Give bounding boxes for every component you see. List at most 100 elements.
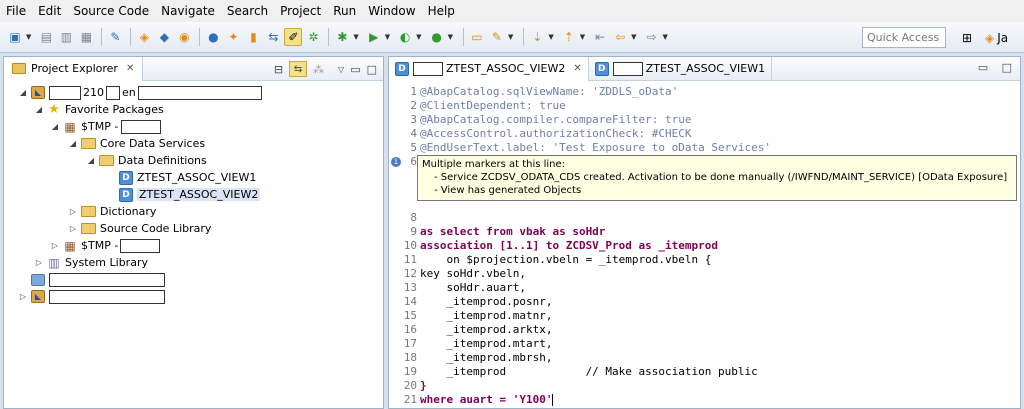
expand-triangle-icon[interactable]: ▷	[68, 224, 78, 233]
external-run-dropdown-icon[interactable]: ▼	[448, 33, 453, 41]
save-all-icon[interactable]: ▥	[57, 28, 75, 46]
tree-label: ZTEST_ASSOC_VIEW2	[137, 188, 261, 201]
print-icon[interactable]: ▦	[77, 28, 95, 46]
collapse-triangle-icon[interactable]: ◢	[50, 122, 60, 131]
code-line: 17 _itemprod.mtart,	[403, 337, 553, 350]
toolbar-separator	[199, 28, 201, 46]
code-line: 20}	[403, 379, 427, 392]
last-edit-icon[interactable]: ⇤	[591, 28, 609, 46]
new-dropdown-icon[interactable]: ▼	[26, 33, 31, 41]
menu-file[interactable]: File	[6, 4, 26, 18]
expand-triangle-icon[interactable]: ▷	[34, 258, 44, 267]
tree-label: en	[122, 86, 136, 99]
redacted-text	[49, 85, 81, 100]
link-with-editor-icon[interactable]: ⇆	[289, 61, 308, 77]
minimize-icon[interactable]: ▭	[350, 63, 360, 76]
collapse-triangle-icon[interactable]: ◢	[34, 105, 44, 114]
transport-icon[interactable]: ✦	[224, 28, 242, 46]
close-icon[interactable]: ✕	[126, 63, 134, 74]
tree-item-redacted-1[interactable]	[4, 271, 383, 288]
collapse-triangle-icon[interactable]: ◢	[18, 88, 28, 97]
hierarchy-icon[interactable]: ▮	[244, 28, 262, 46]
collapse-triangle-icon[interactable]: ◢	[86, 156, 96, 165]
activate-icon[interactable]: ◉	[175, 28, 193, 46]
abap-perspective-button[interactable]: ◈ Ja	[985, 28, 1008, 48]
forward-icon[interactable]: ⇨	[643, 28, 661, 46]
info-marker-icon[interactable]: i	[391, 157, 401, 167]
abap-project-icon: ◣	[31, 290, 45, 303]
back-icon[interactable]: ⇦	[611, 28, 629, 46]
debug-dropdown-icon[interactable]: ▼	[353, 33, 358, 41]
menu-navigate[interactable]: Navigate	[161, 4, 215, 18]
coverage-icon[interactable]: ◐	[396, 28, 414, 46]
tab-ztest-assoc-view2[interactable]: D ZTEST_ASSOC_VIEW2 ✕	[389, 56, 589, 81]
save-icon[interactable]: ▤	[37, 28, 55, 46]
back-dropdown-icon[interactable]: ▼	[631, 33, 636, 41]
open-type-icon[interactable]: ▭	[468, 28, 486, 46]
run-dropdown-icon[interactable]: ▼	[385, 33, 390, 41]
quick-access-input[interactable]	[862, 27, 946, 48]
menu-project[interactable]: Project	[280, 4, 321, 18]
menu-edit[interactable]: Edit	[38, 4, 61, 18]
tree-item-data-definitions[interactable]: ◢ Data Definitions	[4, 152, 383, 169]
maximize-icon[interactable]: □	[367, 63, 377, 76]
check-icon[interactable]: ◆	[155, 28, 173, 46]
menu-search[interactable]: Search	[227, 4, 268, 18]
menu-source-code[interactable]: Source Code	[73, 4, 149, 18]
tree-item-ztest-assoc-view1[interactable]: D ZTEST_ASSOC_VIEW1	[4, 169, 383, 186]
external-tools-icon[interactable]: ✲	[304, 28, 322, 46]
tree-item-system-library[interactable]: ▷ ▥ System Library	[4, 254, 383, 271]
code-line: 8	[410, 211, 417, 224]
next-annotation-dropdown-icon[interactable]: ▼	[548, 33, 553, 41]
tree-item-project[interactable]: ◢ ◣ 210 en	[4, 84, 383, 101]
tree-label: Core Data Services	[100, 137, 206, 150]
tree-label: Dictionary	[100, 205, 157, 218]
run-icon[interactable]: ▶	[365, 28, 383, 46]
tab-project-explorer[interactable]: Project Explorer ✕	[4, 56, 144, 81]
previous-annotation-icon[interactable]: ⇡	[560, 28, 578, 46]
code-editor[interactable]: 1 @AbapCatalog.sqlViewName: 'ZDDLS_oData'…	[389, 82, 1020, 408]
new-icon[interactable]: ▣	[6, 28, 24, 46]
tree-item-dictionary[interactable]: ▷ Dictionary	[4, 203, 383, 220]
link-icon[interactable]: ⇆	[264, 28, 282, 46]
maximize-icon[interactable]: □	[1002, 61, 1012, 74]
tree-item-tmp-package-2[interactable]: ▷ ▦ $TMP -	[4, 237, 383, 254]
filter-icon[interactable]: ⁂	[313, 63, 324, 76]
tree-item-source-code-library[interactable]: ▷ Source Code Library	[4, 220, 383, 237]
tree-item-core-data-services[interactable]: ◢ Core Data Services	[4, 135, 383, 152]
where-used-icon[interactable]: ●	[204, 28, 222, 46]
coverage-dropdown-icon[interactable]: ▼	[416, 33, 421, 41]
database-icon	[31, 273, 45, 286]
collapse-triangle-icon[interactable]: ◢	[68, 139, 78, 148]
previous-annotation-dropdown-icon[interactable]: ▼	[580, 33, 585, 41]
tree-item-ztest-assoc-view2[interactable]: D ZTEST_ASSOC_VIEW2	[4, 186, 383, 203]
tree-item-redacted-2[interactable]: ▷ ◣	[4, 288, 383, 305]
close-icon[interactable]: ✕	[573, 63, 581, 74]
folder-icon	[81, 206, 96, 217]
pin-icon[interactable]: ✎	[106, 28, 124, 46]
forward-dropdown-icon[interactable]: ▼	[663, 33, 668, 41]
search-icon[interactable]: ✎	[488, 28, 506, 46]
external-run-icon[interactable]: ●	[428, 28, 446, 46]
tree-item-favorite-packages[interactable]: ◢ ★ Favorite Packages	[4, 101, 383, 118]
minimize-icon[interactable]: ▭	[978, 61, 988, 74]
data-definition-icon: D	[119, 170, 133, 185]
expand-triangle-icon[interactable]: ▷	[18, 292, 28, 301]
menu-window[interactable]: Window	[368, 4, 415, 18]
tab-ztest-assoc-view1[interactable]: D ZTEST_ASSOC_VIEW1	[589, 56, 773, 81]
code-line: 2 @ClientDependent: true	[410, 99, 566, 112]
tree-item-tmp-package[interactable]: ◢ ▦ $TMP -	[4, 118, 383, 135]
collapse-all-icon[interactable]: ⊟	[274, 63, 283, 76]
view-menu-icon[interactable]: ▽	[338, 65, 344, 74]
menu-run[interactable]: Run	[333, 4, 356, 18]
search-dropdown-icon[interactable]: ▼	[508, 33, 513, 41]
open-abap-object-icon[interactable]: ◈	[135, 28, 153, 46]
toggle-mark-occurrences-icon[interactable]: ✐	[284, 28, 303, 46]
next-annotation-icon[interactable]: ⇣	[528, 28, 546, 46]
debug-icon[interactable]: ✱	[333, 28, 351, 46]
code-line: 11 on $projection.vbeln = _itemprod.vbel…	[403, 253, 712, 266]
open-perspective-icon[interactable]: ⊞	[962, 28, 972, 48]
expand-triangle-icon[interactable]: ▷	[68, 207, 78, 216]
menu-help[interactable]: Help	[428, 4, 455, 18]
expand-triangle-icon[interactable]: ▷	[50, 241, 60, 250]
